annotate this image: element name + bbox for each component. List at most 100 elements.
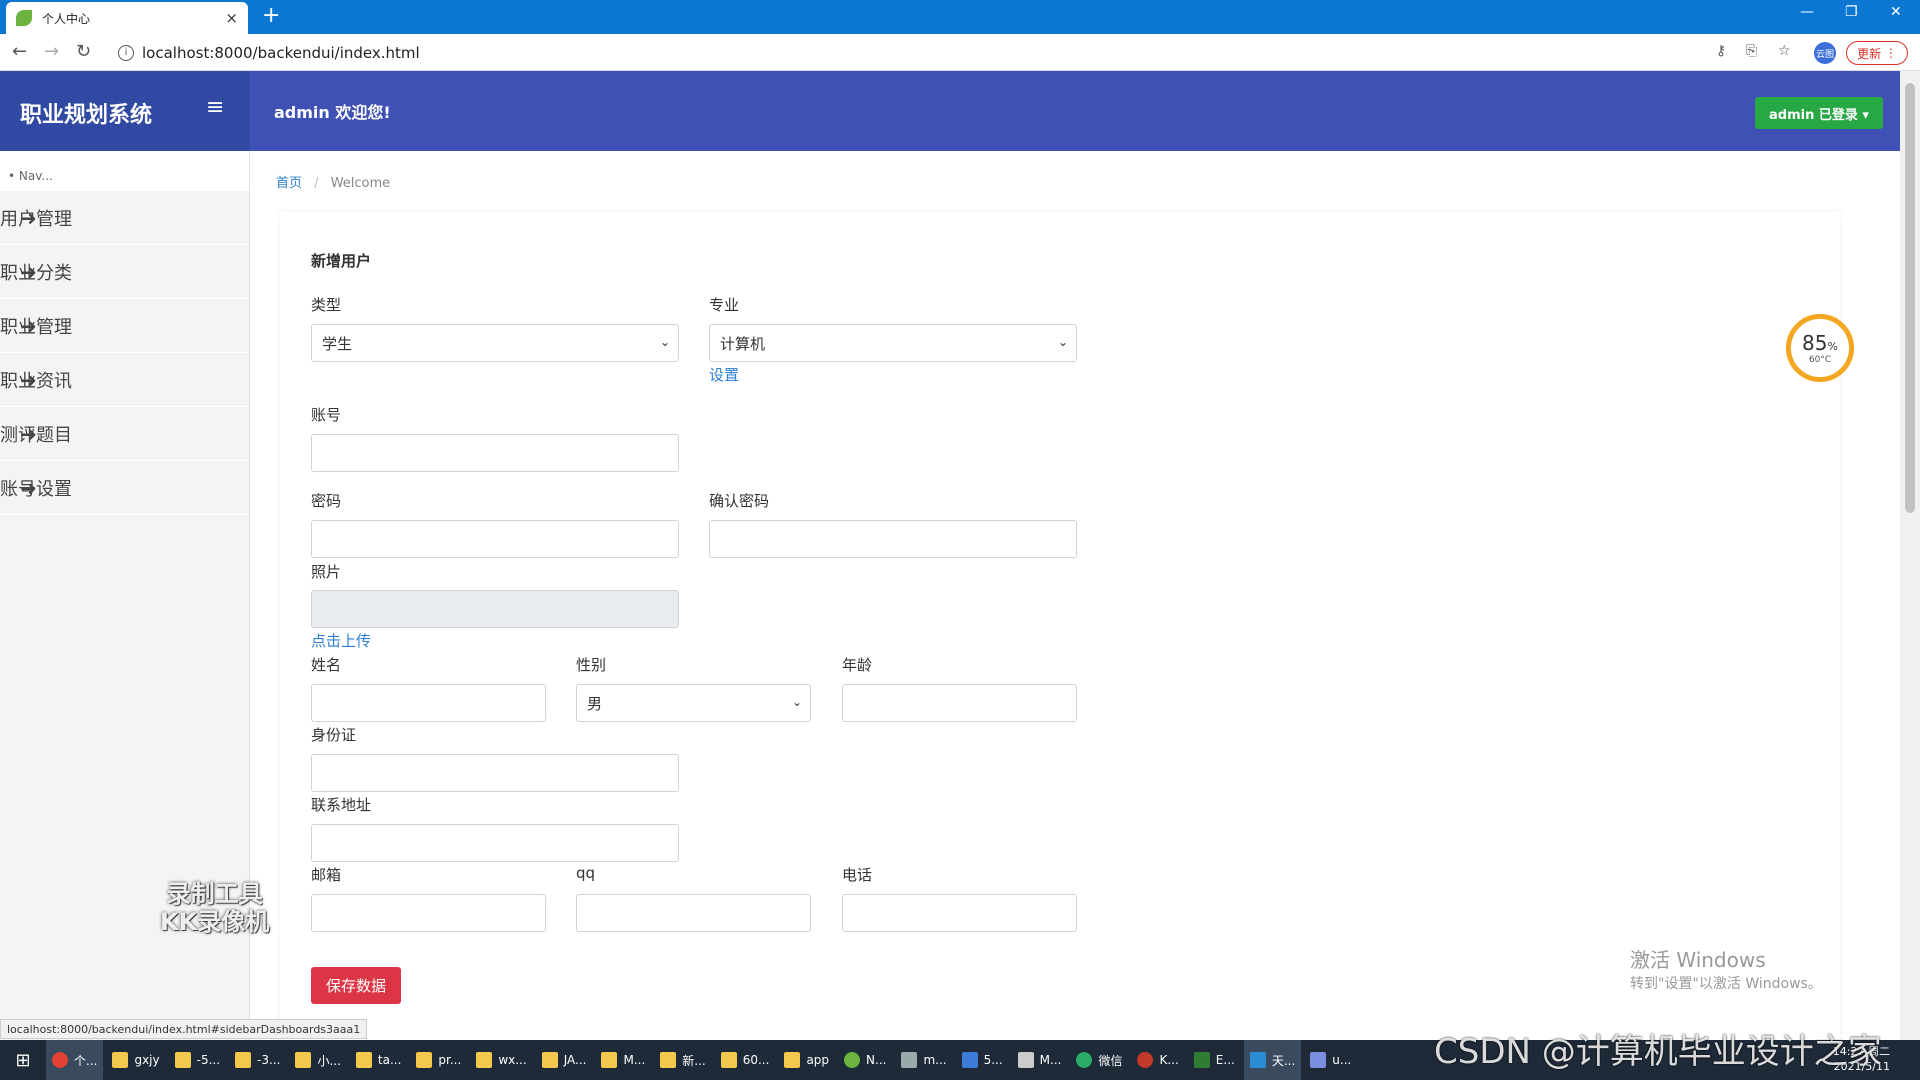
major-value: 计算机 xyxy=(720,334,766,353)
page-scrollbar[interactable] xyxy=(1900,71,1920,1040)
recorder-line2: KK录像机 xyxy=(160,908,270,936)
translate-icon[interactable]: ⎘ xyxy=(1746,43,1757,59)
breadcrumb-separator: / xyxy=(314,176,319,191)
taskbar-item[interactable]: pr... xyxy=(410,1040,467,1080)
update-button[interactable]: 更新 ⋮ xyxy=(1846,41,1908,65)
gauge-temp: 60°C xyxy=(1808,355,1832,365)
window-close-icon[interactable]: ✕ xyxy=(1890,4,1902,20)
taskbar-item[interactable]: M... xyxy=(595,1040,651,1080)
taskbar-item[interactable]: ta... xyxy=(350,1040,408,1080)
address-input[interactable] xyxy=(311,824,679,862)
type-value: 学生 xyxy=(322,334,353,353)
major-select[interactable]: 计算机 ⌄ xyxy=(709,324,1077,362)
restore-icon[interactable]: ❐ xyxy=(1845,4,1858,20)
taskbar-item[interactable]: 个... xyxy=(46,1040,104,1080)
taskbar-item[interactable]: 天... xyxy=(1243,1040,1302,1080)
phone-input[interactable] xyxy=(842,894,1077,932)
hamburger-icon[interactable]: ≡ xyxy=(206,95,224,120)
save-button[interactable]: 保存数据 xyxy=(311,967,401,1004)
performance-gauge[interactable]: 85% 60°C xyxy=(1786,314,1854,382)
close-icon[interactable]: × xyxy=(225,9,238,27)
minimize-icon[interactable]: — xyxy=(1800,4,1814,20)
taskbar-item[interactable]: wx... xyxy=(470,1040,532,1080)
taskbar-item[interactable]: 小... xyxy=(289,1040,346,1080)
info-icon[interactable]: i xyxy=(118,45,134,61)
chevron-down-icon: ⌄ xyxy=(791,695,802,709)
browser-tab[interactable]: 个人中心 × xyxy=(6,2,248,34)
sidebar-item-label: 账号设置 xyxy=(0,478,72,500)
name-label: 姓名 xyxy=(311,656,342,674)
csdn-watermark: CSDN @计算机毕业设计之家 xyxy=(1434,1032,1882,1072)
brand-bar: 职业规划系统 ≡ xyxy=(0,71,250,151)
recorder-watermark: 录制工具 KK录像机 xyxy=(160,880,269,936)
reload-icon[interactable]: ↻ xyxy=(76,41,91,62)
sidebar-item-career-category[interactable]: ➜ 职业分类 xyxy=(0,245,249,299)
windows-start-icon[interactable]: ⊞ xyxy=(0,1050,46,1071)
upload-link[interactable]: 点击上传 xyxy=(311,630,371,651)
recorder-line1: 录制工具 xyxy=(166,880,263,908)
age-input[interactable] xyxy=(842,684,1077,722)
breadcrumb: 首页 / Welcome xyxy=(276,172,390,191)
activate-title: 激活 Windows xyxy=(1630,948,1766,972)
scrollbar-thumb[interactable] xyxy=(1905,83,1915,513)
qq-label: qq xyxy=(576,864,596,882)
forward-icon[interactable]: → xyxy=(44,41,59,62)
type-select[interactable]: 学生 ⌄ xyxy=(311,324,679,362)
taskbar-item[interactable]: -3... xyxy=(229,1040,286,1080)
email-input[interactable] xyxy=(311,894,546,932)
star-icon[interactable]: ☆ xyxy=(1778,43,1791,59)
taskbar-item[interactable]: 5... xyxy=(956,1040,1009,1080)
taskbar-item[interactable]: 新... xyxy=(654,1040,711,1080)
taskbar-item[interactable]: gxjy xyxy=(106,1040,165,1080)
address-label: 联系地址 xyxy=(311,796,372,814)
gender-select[interactable]: 男 ⌄ xyxy=(576,684,811,722)
gauge-value: 85 xyxy=(1802,331,1828,355)
taskbar-item[interactable]: app xyxy=(778,1040,835,1080)
taskbar-item[interactable]: -5... xyxy=(169,1040,226,1080)
sidebar-item-label: 职业资讯 xyxy=(0,370,72,392)
idcard-label: 身份证 xyxy=(311,726,357,744)
sidebar-item-label: 用户管理 xyxy=(0,208,72,230)
key-icon[interactable]: ⚷ xyxy=(1716,43,1726,59)
account-input[interactable] xyxy=(311,434,679,472)
taskbar-item[interactable]: 60... xyxy=(715,1040,776,1080)
sidebar-item-users[interactable]: ➜ 用户管理 xyxy=(0,191,249,245)
taskbar-item[interactable]: JA... xyxy=(536,1040,593,1080)
sidebar-item-career-manage[interactable]: ➜ 职业管理 xyxy=(0,299,249,353)
chevron-down-icon: ⌄ xyxy=(659,335,670,349)
new-tab-button[interactable]: + xyxy=(262,3,280,28)
password-input[interactable] xyxy=(311,520,679,558)
taskbar-item[interactable]: N... xyxy=(838,1040,892,1080)
taskbar-item[interactable]: u... xyxy=(1304,1040,1357,1080)
idcard-input[interactable] xyxy=(311,754,679,792)
update-label: 更新 xyxy=(1857,46,1882,61)
nav-header: • Nav... xyxy=(0,151,249,191)
major-settings-link[interactable]: 设置 xyxy=(709,364,739,385)
qq-input[interactable] xyxy=(576,894,811,932)
url-field[interactable]: i localhost:8000/backendui/index.html xyxy=(112,40,1812,66)
sidebar-item-account-settings[interactable]: ➜ 账号设置 xyxy=(0,461,249,515)
breadcrumb-home[interactable]: 首页 xyxy=(276,176,302,191)
back-icon[interactable]: ← xyxy=(12,41,27,62)
sidebar-item-career-news[interactable]: ➜ 职业资讯 xyxy=(0,353,249,407)
photo-input xyxy=(311,590,679,628)
name-input[interactable] xyxy=(311,684,546,722)
leaf-icon xyxy=(16,10,32,26)
taskbar-item[interactable]: E... xyxy=(1188,1040,1241,1080)
status-url: localhost:8000/backendui/index.html#side… xyxy=(0,1019,368,1039)
user-dropdown-button[interactable]: admin 已登录 ▾ xyxy=(1755,97,1883,129)
taskbar-item[interactable]: m... xyxy=(895,1040,952,1080)
major-label: 专业 xyxy=(709,296,740,314)
taskbar-item[interactable]: M... xyxy=(1012,1040,1068,1080)
tab-title: 个人中心 xyxy=(42,11,91,26)
confirm-password-input[interactable] xyxy=(709,520,1077,558)
email-label: 邮箱 xyxy=(311,866,342,884)
chevron-down-icon: ⌄ xyxy=(1057,335,1068,349)
taskbar-item[interactable]: 微信 xyxy=(1070,1040,1128,1080)
welcome-text: admin 欢迎您! xyxy=(274,103,391,122)
form-title: 新增用户 xyxy=(311,252,372,270)
sidebar-item-assessment[interactable]: ➜ 测评题目 xyxy=(0,407,249,461)
sidebar-item-label: 测评题目 xyxy=(0,424,72,446)
taskbar-item[interactable]: K... xyxy=(1131,1040,1184,1080)
profile-avatar[interactable]: 云图 xyxy=(1814,42,1836,64)
